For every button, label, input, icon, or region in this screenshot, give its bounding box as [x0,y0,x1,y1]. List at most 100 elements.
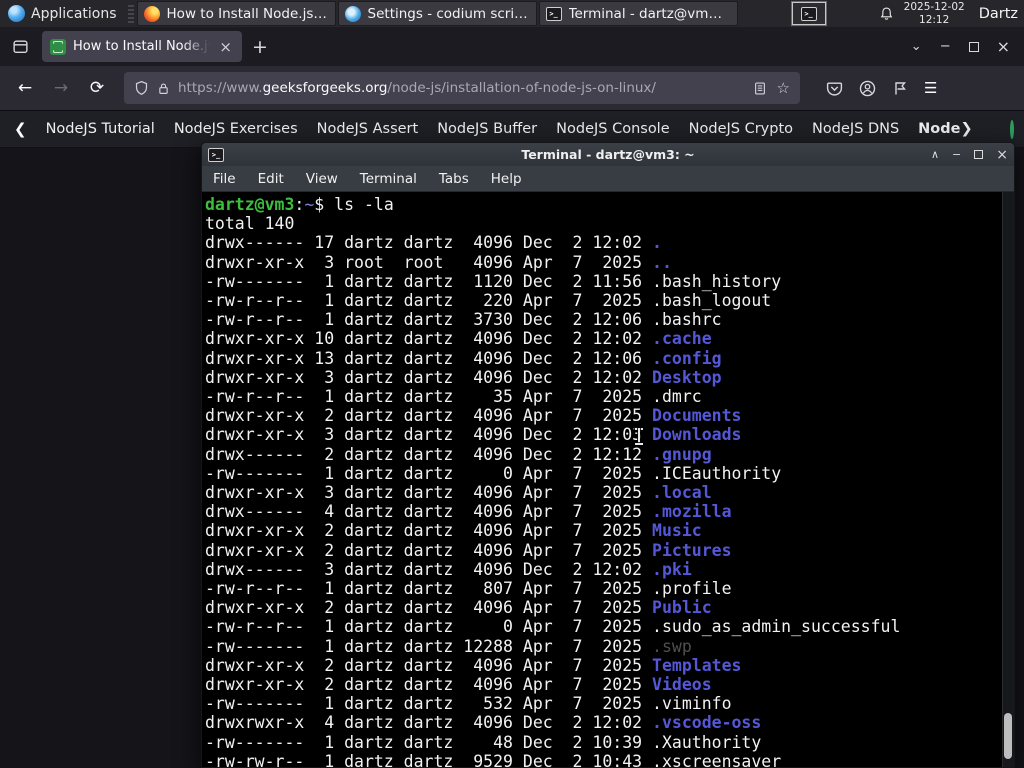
terminal-line: -rw------- 1 dartz dartz 48 Dec 2 10:39 … [205,732,762,752]
app-menu-icon[interactable]: ☰ [924,79,937,97]
terminal-line: drwxr-xr-x 3 dartz dartz 4096 Dec 2 12:0… [205,367,722,387]
terminal-line: -rw------- 1 dartz dartz 0 Apr 7 2025 .I… [205,463,782,483]
nav-more-chevron-icon: ❯ [960,121,973,137]
account-icon[interactable] [859,80,876,97]
nav-item-dns[interactable]: NodeJS DNS [812,121,899,137]
terminal-line: -rw-r--r-- 1 dartz dartz 35 Apr 7 2025 .… [205,387,702,407]
terminal-menubar: File Edit View Terminal Tabs Help [202,166,1014,192]
terminal-line: drwx------ 4 dartz dartz 4096 Apr 7 2025… [205,502,732,522]
terminal-line: -rw------- 1 dartz dartz 1120 Dec 2 11:5… [205,271,782,291]
terminal-line: drwx------ 17 dartz dartz 4096 Dec 2 12:… [205,233,662,253]
tab-title: How to Install Node.js on [73,39,211,54]
forward-button[interactable]: → [46,73,76,103]
terminal-icon: >_ [800,6,817,21]
panel-username[interactable]: Dartz [975,6,1018,22]
terminal-scrollbar[interactable] [1002,192,1014,767]
firefox-icon [143,5,160,22]
terminal-line: drwxr-xr-x 2 dartz dartz 4096 Apr 7 2025… [205,540,732,560]
window-maximize-button[interactable] [968,41,979,52]
codium-icon [344,5,361,22]
back-button[interactable]: ← [10,73,40,103]
terminal-line: drwxr-xr-x 3 root root 4096 Apr 7 2025 .… [205,252,672,272]
terminal-window: >_ Terminal - dartz@vm3: ~ ∧ − × File Ed… [201,142,1015,768]
menu-terminal[interactable]: Terminal [349,171,428,187]
terminal-line: drwxrwxr-x 4 dartz dartz 4096 Dec 2 12:0… [205,713,762,733]
terminal-output[interactable]: dartz@vm3:~$ ls -la total 140 drwx------ 1… [202,192,1014,767]
scrollbar-thumb[interactable] [1004,713,1012,759]
new-tab-button[interactable]: + [242,36,278,58]
lock-icon[interactable] [157,81,170,96]
firefox-view-button[interactable] [6,33,34,61]
nav-item-crypto[interactable]: NodeJS Crypto [689,121,793,137]
nav-back-chevron-icon[interactable]: ❮ [14,120,27,138]
terminal-line: drwxr-xr-x 3 dartz dartz 4096 Dec 2 12:0… [205,425,742,445]
terminal-line: -rw------- 1 dartz dartz 532 Apr 7 2025 … [205,694,732,714]
tray-terminal-launcher[interactable]: >_ [790,1,827,26]
terminal-line: drwxr-xr-x 2 dartz dartz 4096 Apr 7 2025… [205,521,702,541]
menu-view[interactable]: View [295,171,349,187]
url-bar[interactable]: https://www.geeksforgeeks.org/node-js/in… [124,72,800,104]
tab-bar: How to Install Node.js on × + ⌄ − × [0,27,1024,66]
reader-mode-icon[interactable] [753,81,767,96]
nav-item-truncated[interactable]: Node ❯ [918,121,972,137]
terminal-title: Terminal - dartz@vm3: ~ [521,147,695,162]
menu-help[interactable]: Help [480,171,533,187]
applications-label: Applications [31,5,117,22]
browser-toolbar: ← → ⟳ https://www.geeksforgeeks.org/node… [0,66,1024,111]
reload-button[interactable]: ⟳ [82,73,112,103]
nav-item-exercises[interactable]: NodeJS Exercises [174,121,298,137]
terminal-icon: >_ [545,6,562,21]
notifications-bell-icon[interactable] [879,6,894,22]
taskbar-item-terminal[interactable]: >_ Terminal - dartz@vm3: ~ [538,1,738,26]
terminal-line: drwxr-xr-x 10 dartz dartz 4096 Dec 2 12:… [205,329,712,349]
taskbar-item-firefox[interactable]: How to Install Node.js o... [136,1,336,26]
browser-tab-active[interactable]: How to Install Node.js on × [42,31,242,62]
terminal-line: drwx------ 2 dartz dartz 4096 Dec 2 12:1… [205,444,712,464]
terminal-line: drwxr-xr-x 2 dartz dartz 4096 Apr 7 2025… [205,675,712,695]
bookmark-star-icon[interactable]: ☆ [777,79,790,97]
geeksforgeeks-favicon [50,38,66,55]
terminal-line: total 140 [205,214,295,234]
nav-item-console[interactable]: NodeJS Console [556,121,670,137]
terminal-shade-button[interactable]: ∧ [931,149,939,160]
clock-time: 12:12 [919,13,950,26]
terminal-maximize-button[interactable] [974,150,984,159]
terminal-line: drwxr-xr-x 3 dartz dartz 4096 Apr 7 2025… [205,483,712,503]
nav-item-tutorial[interactable]: NodeJS Tutorial [46,121,155,137]
terminal-close-button[interactable]: × [996,148,1008,162]
terminal-line: -rw-r--r-- 1 dartz dartz 0 Apr 7 2025 .s… [205,617,901,637]
menu-tabs[interactable]: Tabs [428,171,480,187]
addon-icon[interactable] [892,80,908,97]
terminal-minimize-button[interactable]: − [952,149,961,160]
terminal-line: drwxr-xr-x 2 dartz dartz 4096 Apr 7 2025… [205,406,742,426]
window-minimize-button[interactable]: − [940,39,951,54]
terminal-line: drwxr-xr-x 13 dartz dartz 4096 Dec 2 12:… [205,348,722,368]
panel-clock[interactable]: 2025-12-02 12:12 [904,1,965,25]
nav-item-buffer[interactable]: NodeJS Buffer [437,121,537,137]
top-panel: Applications How to Install Node.js o...… [0,0,1024,27]
menu-edit[interactable]: Edit [247,171,295,187]
search-icon[interactable] [1009,119,1014,139]
list-all-tabs-icon[interactable]: ⌄ [911,39,922,54]
taskbar-item-codium[interactable]: Settings - codium script... [337,1,537,26]
clock-date: 2025-12-02 [903,1,965,14]
distro-logo-icon [8,5,25,22]
tracking-shield-icon[interactable] [134,80,149,96]
pocket-icon[interactable] [826,80,843,97]
window-close-button[interactable]: × [997,37,1010,56]
tab-close-icon[interactable]: × [217,38,234,56]
terminal-line: drwxr-xr-x 2 dartz dartz 4096 Apr 7 2025… [205,598,712,618]
applications-menu[interactable]: Applications [0,0,125,27]
terminal-line: dartz@vm3:~$ ls -la [205,195,394,214]
terminal-line: -rw------- 1 dartz dartz 12288 Apr 7 202… [205,636,692,656]
terminal-line: drwxr-xr-x 2 dartz dartz 4096 Apr 7 2025… [205,655,742,675]
taskbar-label: Settings - codium script... [367,5,530,22]
menu-file[interactable]: File [202,171,247,187]
terminal-titlebar[interactable]: >_ Terminal - dartz@vm3: ~ ∧ − × [202,143,1014,166]
panel-separator [127,4,134,23]
terminal-line: -rw-r--r-- 1 dartz dartz 3730 Dec 2 12:0… [205,310,722,330]
nav-item-assert[interactable]: NodeJS Assert [317,121,419,137]
terminal-line: drwx------ 3 dartz dartz 4096 Dec 2 12:0… [205,559,692,579]
taskbar-label: Terminal - dartz@vm3: ~ [568,5,731,22]
terminal-icon: >_ [208,147,224,162]
